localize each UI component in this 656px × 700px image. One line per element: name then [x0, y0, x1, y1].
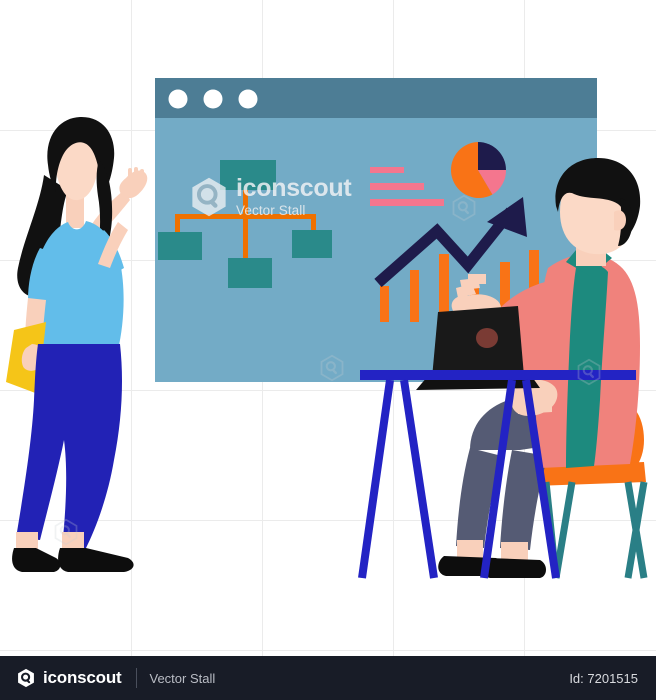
- pie-chart: [450, 142, 507, 198]
- text-line-2: [370, 183, 424, 190]
- character-woman-standing: [6, 116, 148, 572]
- footer-brand-name: iconscout: [43, 668, 122, 687]
- window-dot-two: [203, 89, 223, 109]
- footer-divider: [135, 668, 137, 688]
- woman-shoe-right: [58, 548, 134, 572]
- footer-logo[interactable]: iconscout: [16, 668, 122, 688]
- man-ankle-front: [501, 542, 528, 560]
- org-node-mid: [228, 258, 272, 288]
- bar-1: [380, 286, 389, 322]
- man-shoe-front: [482, 558, 546, 578]
- text-line-1: [370, 167, 404, 173]
- chair-legs: [542, 481, 648, 579]
- window-dot-one: [168, 89, 188, 109]
- scene-illustration: [6, 78, 648, 579]
- text-line-3: [370, 199, 444, 206]
- asset-id-label: Id: 7201515: [569, 670, 638, 686]
- laptop-logo: [476, 328, 498, 348]
- woman-hand: [119, 167, 148, 199]
- woman-ankle-right: [62, 532, 84, 550]
- man-ankle-back: [457, 540, 483, 558]
- illustration-stage: iconscout Vector Stall iconscout Vector …: [0, 0, 656, 700]
- window-dot-three: [238, 89, 258, 109]
- woman-ankle-left: [16, 532, 38, 550]
- org-node-left: [158, 232, 202, 260]
- woman-shoe-left: [12, 548, 61, 572]
- bar-2: [410, 270, 419, 322]
- org-node-right: [292, 230, 332, 258]
- org-connector-vertical-root: [243, 188, 248, 216]
- footer-bar: iconscout Vector Stall Id: 7201515: [0, 656, 656, 700]
- iconscout-logo-icon: [18, 668, 34, 688]
- org-node-root: [220, 160, 276, 190]
- desk-top: [360, 370, 636, 380]
- footer-author-name[interactable]: Vector Stall: [150, 671, 216, 686]
